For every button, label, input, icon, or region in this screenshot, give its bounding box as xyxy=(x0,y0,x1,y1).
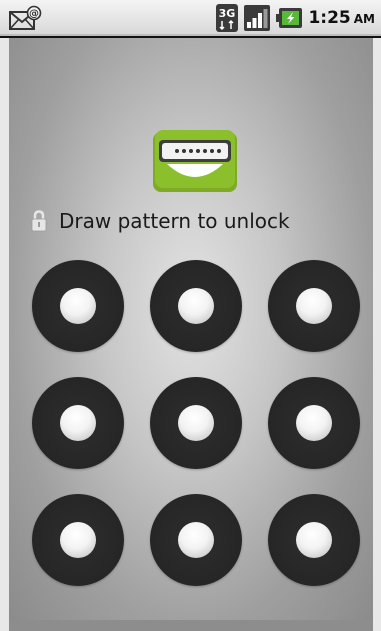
pattern-dot-3-3[interactable] xyxy=(268,494,360,586)
pattern-dot-center xyxy=(296,522,332,558)
pattern-grid[interactable] xyxy=(9,38,373,631)
pattern-dot-center xyxy=(296,288,332,324)
svg-text:@: @ xyxy=(29,9,39,20)
pattern-dot-center xyxy=(178,405,214,441)
pattern-dot-3-1[interactable] xyxy=(32,494,124,586)
pattern-dot-1-1[interactable] xyxy=(32,260,124,352)
bottom-edge xyxy=(9,620,373,631)
pattern-dot-center xyxy=(60,405,96,441)
battery-charging-icon xyxy=(276,8,303,28)
network-3g-icon: 3G xyxy=(216,4,239,32)
pattern-dot-center xyxy=(296,405,332,441)
pattern-dot-2-2[interactable] xyxy=(150,377,242,469)
clock: 1:25 AM xyxy=(308,8,375,28)
lock-screen: Draw pattern to unlock xyxy=(9,38,373,631)
pattern-dot-3-2[interactable] xyxy=(150,494,242,586)
screen-edge-left xyxy=(0,38,9,631)
pattern-dot-1-3[interactable] xyxy=(268,260,360,352)
pattern-dot-center xyxy=(60,288,96,324)
status-bar: @ 3G 1:25 AM xyxy=(0,0,381,36)
clock-ampm: AM xyxy=(353,12,375,26)
screen-edge-right xyxy=(372,38,381,631)
clock-time: 1:25 xyxy=(308,8,351,28)
pattern-dot-center xyxy=(178,288,214,324)
email-notification-icon: @ xyxy=(9,5,42,30)
pattern-dot-2-1[interactable] xyxy=(32,377,124,469)
network-label: 3G xyxy=(219,7,236,20)
pattern-dot-center xyxy=(178,522,214,558)
status-icons: 3G 1:25 AM xyxy=(216,3,375,33)
signal-strength-icon xyxy=(244,5,271,31)
pattern-dot-1-2[interactable] xyxy=(150,260,242,352)
pattern-dot-2-3[interactable] xyxy=(268,377,360,469)
pattern-dot-center xyxy=(60,522,96,558)
